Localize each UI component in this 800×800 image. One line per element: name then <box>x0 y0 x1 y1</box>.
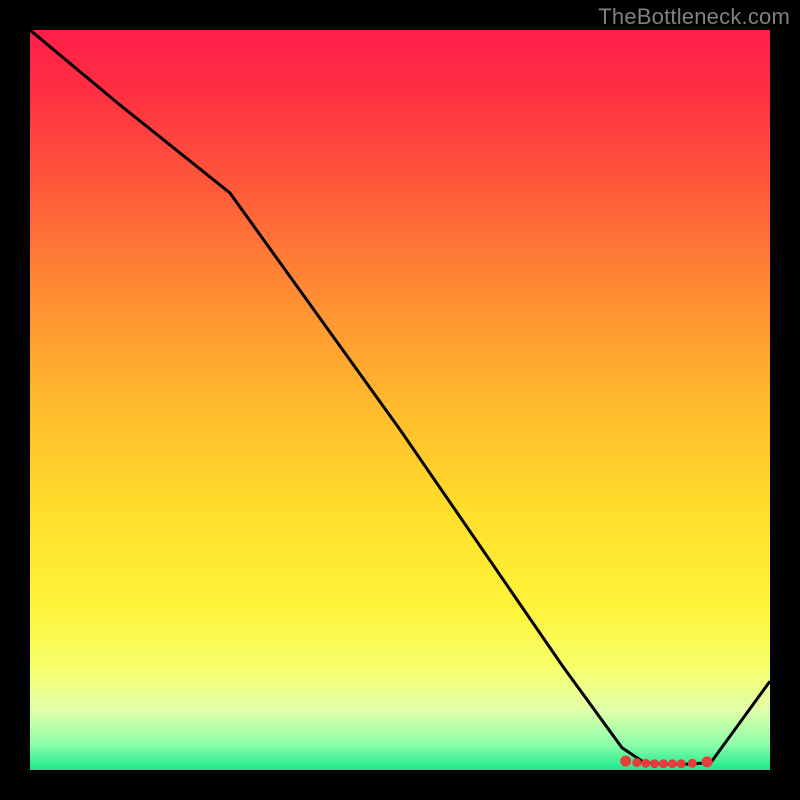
minima-marker <box>688 759 697 768</box>
plot-svg <box>30 30 770 770</box>
watermark-text: TheBottleneck.com <box>598 4 790 30</box>
minima-marker <box>668 759 677 768</box>
minima-marker <box>702 756 713 767</box>
chart-frame: TheBottleneck.com <box>0 0 800 800</box>
minima-marker <box>641 759 650 768</box>
minima-marker <box>620 756 631 767</box>
minima-marker <box>677 759 686 768</box>
minima-marker <box>632 758 641 767</box>
plot-area <box>30 30 770 770</box>
minima-marker <box>650 759 659 768</box>
gradient-background <box>30 30 770 770</box>
minima-marker <box>659 759 668 768</box>
